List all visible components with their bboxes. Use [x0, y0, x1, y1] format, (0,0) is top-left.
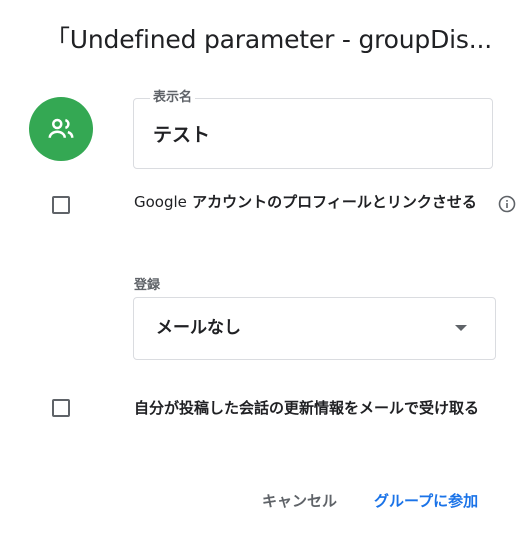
link-profile-text: アカウントのプロフィールとリンクさせる: [186, 193, 477, 211]
subscription-selected-value: メールなし: [156, 318, 241, 338]
link-profile-label: Google アカウントのプロフィールとリンクさせる: [134, 189, 494, 215]
subscription-label: 登録: [134, 278, 161, 293]
join-group-button[interactable]: グループに参加: [374, 488, 478, 514]
display-name-label: 表示名: [150, 89, 196, 107]
info-icon[interactable]: [498, 195, 516, 213]
group-avatar: [29, 97, 93, 161]
notify-updates-checkbox[interactable]: [52, 399, 70, 417]
link-profile-checkbox[interactable]: [52, 196, 70, 214]
display-name-input[interactable]: [153, 121, 473, 149]
subscription-select[interactable]: メールなし: [133, 297, 496, 360]
dropdown-arrow-icon: [455, 325, 467, 331]
cancel-button[interactable]: キャンセル: [262, 488, 337, 514]
dialog-title: 「Undefined parameter - groupDis...: [45, 25, 492, 54]
people-icon: [46, 114, 76, 144]
link-profile-brand: Google: [134, 193, 187, 211]
display-name-field[interactable]: 表示名: [133, 89, 493, 169]
notify-updates-label: 自分が投稿した会話の更新情報をメールで受け取る: [134, 399, 480, 417]
